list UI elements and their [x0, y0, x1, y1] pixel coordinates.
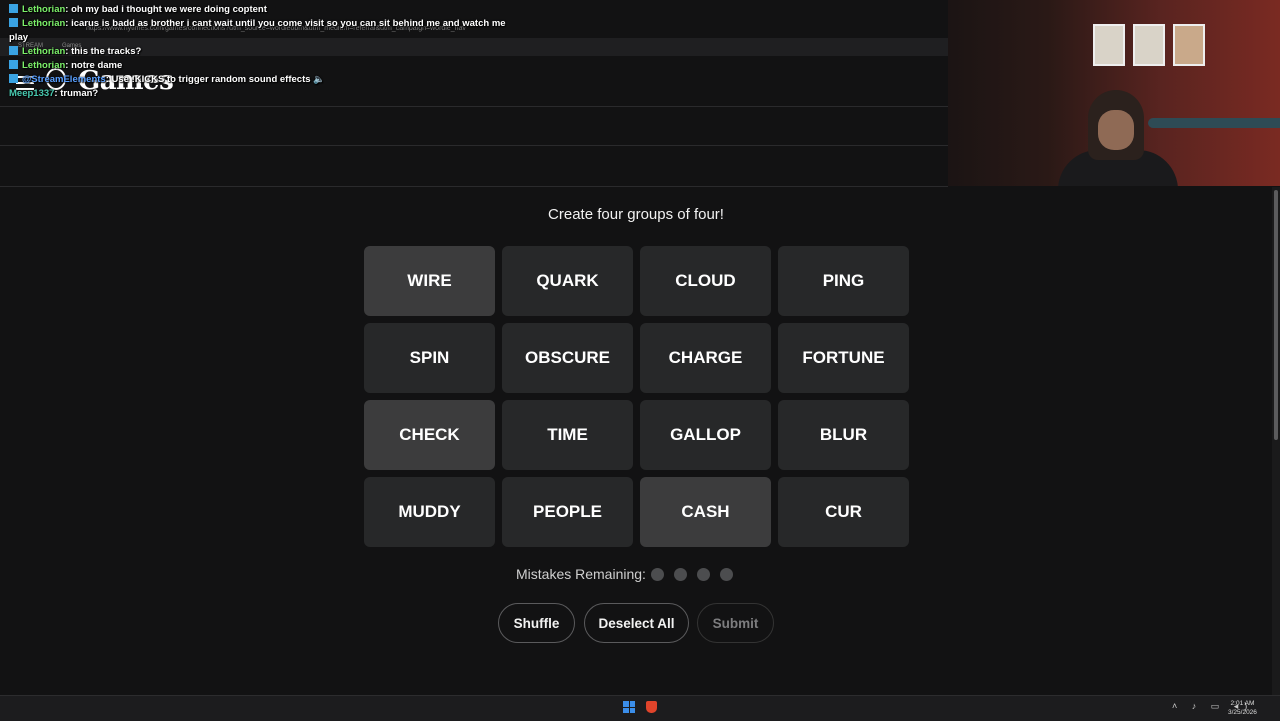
chat-message: Meep1337: truman? [9, 88, 99, 99]
word-tile[interactable]: SPIN [364, 323, 495, 393]
clock-date: 3/25/2026 [1228, 709, 1257, 716]
windows-start-icon[interactable] [623, 701, 635, 713]
word-tile[interactable]: PEOPLE [502, 477, 633, 547]
divider [0, 106, 948, 107]
chat-message: Lethorian: icarus is badd as brother i c… [9, 18, 506, 31]
chat-badge-icon [9, 46, 18, 55]
connections-game: Create four groups of four! WIRE QUARK CLO… [0, 187, 1272, 695]
chat-message: @StreamElements: Use !KICKS to trigger r… [9, 74, 325, 87]
mistake-dot [651, 568, 664, 581]
address-bar[interactable] [0, 38, 948, 56]
clock-time: 2:01 AM [1230, 700, 1255, 707]
chat-badge-icon [9, 18, 18, 27]
word-tile[interactable]: CHECK [364, 400, 495, 470]
word-tile[interactable]: OBSCURE [502, 323, 633, 393]
word-tile[interactable]: WIRE [364, 246, 495, 316]
mistakes-label: Mistakes Remaining: [516, 566, 646, 582]
brave-browser-icon[interactable] [646, 701, 657, 713]
chat-message: Lethorian: oh my bad i thought we were d… [9, 4, 267, 17]
streamer-face [1098, 110, 1134, 150]
word-tile[interactable]: CHARGE [640, 323, 771, 393]
word-tile[interactable]: CASH [640, 477, 771, 547]
shuffle-button[interactable]: Shuffle [498, 603, 575, 643]
wall-frame [1173, 24, 1205, 66]
submit-button[interactable]: Submit [697, 603, 774, 643]
word-tile[interactable]: BLUR [778, 400, 909, 470]
taskbar-clock[interactable]: 2:01 AM 3/25/2026 [1228, 699, 1257, 717]
chat-message: Lethorian: notre dame [9, 60, 122, 73]
instructions: Create four groups of four! [548, 206, 724, 223]
divider [0, 145, 948, 146]
deselect-all-button[interactable]: Deselect All [584, 603, 689, 643]
wall-frame [1093, 24, 1125, 66]
word-tile[interactable]: GALLOP [640, 400, 771, 470]
mistake-dot [720, 568, 733, 581]
word-tile[interactable]: FORTUNE [778, 323, 909, 393]
wall-frame [1133, 24, 1165, 66]
word-tile[interactable]: TIME [502, 400, 633, 470]
chat-badge-icon [9, 4, 18, 13]
chat-badge-icon [9, 74, 18, 83]
microphone-arm [1148, 118, 1280, 128]
taskbar [0, 695, 1280, 721]
word-tile[interactable]: CLOUD [640, 246, 771, 316]
webcam-feed [948, 0, 1280, 186]
word-tile[interactable]: QUARK [502, 246, 633, 316]
chat-badge-icon [9, 60, 18, 69]
chat-message: Lethorian: this the tracks? [9, 46, 141, 59]
scrollbar-thumb[interactable] [1274, 190, 1278, 440]
mistake-dot [674, 568, 687, 581]
word-tile[interactable]: MUDDY [364, 477, 495, 547]
chat-message: play [9, 32, 29, 43]
word-tile[interactable]: PING [778, 246, 909, 316]
mistake-dot [697, 568, 710, 581]
word-tile[interactable]: CUR [778, 477, 909, 547]
